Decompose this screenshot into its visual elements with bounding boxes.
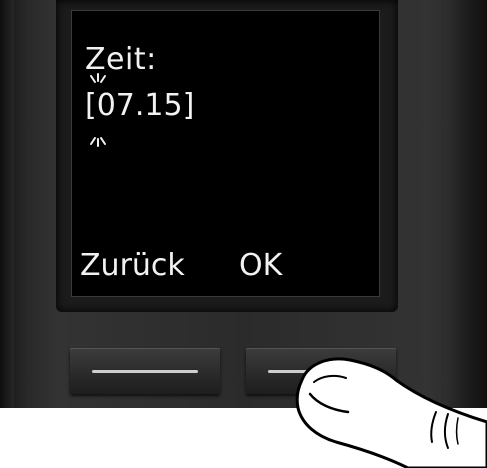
phone-handset: Zeit: [07.15] Zurück OK — [0, 0, 487, 408]
blink-indicator-icon — [90, 73, 106, 83]
finger-press-icon — [295, 357, 487, 468]
softkey-back-label: Zurück — [80, 248, 185, 283]
handset-edge-left — [0, 0, 14, 408]
key-line-marker — [92, 370, 198, 373]
left-softkey-button[interactable] — [70, 348, 220, 394]
time-input-field[interactable]: [07.15] — [85, 91, 194, 121]
softkey-ok-label: OK — [239, 248, 283, 283]
time-label: Zeit: — [85, 42, 157, 77]
blink-indicator-icon — [90, 137, 106, 147]
handset-edge-right — [447, 0, 487, 408]
display-screen: Zeit: [07.15] Zurück OK — [71, 10, 380, 297]
